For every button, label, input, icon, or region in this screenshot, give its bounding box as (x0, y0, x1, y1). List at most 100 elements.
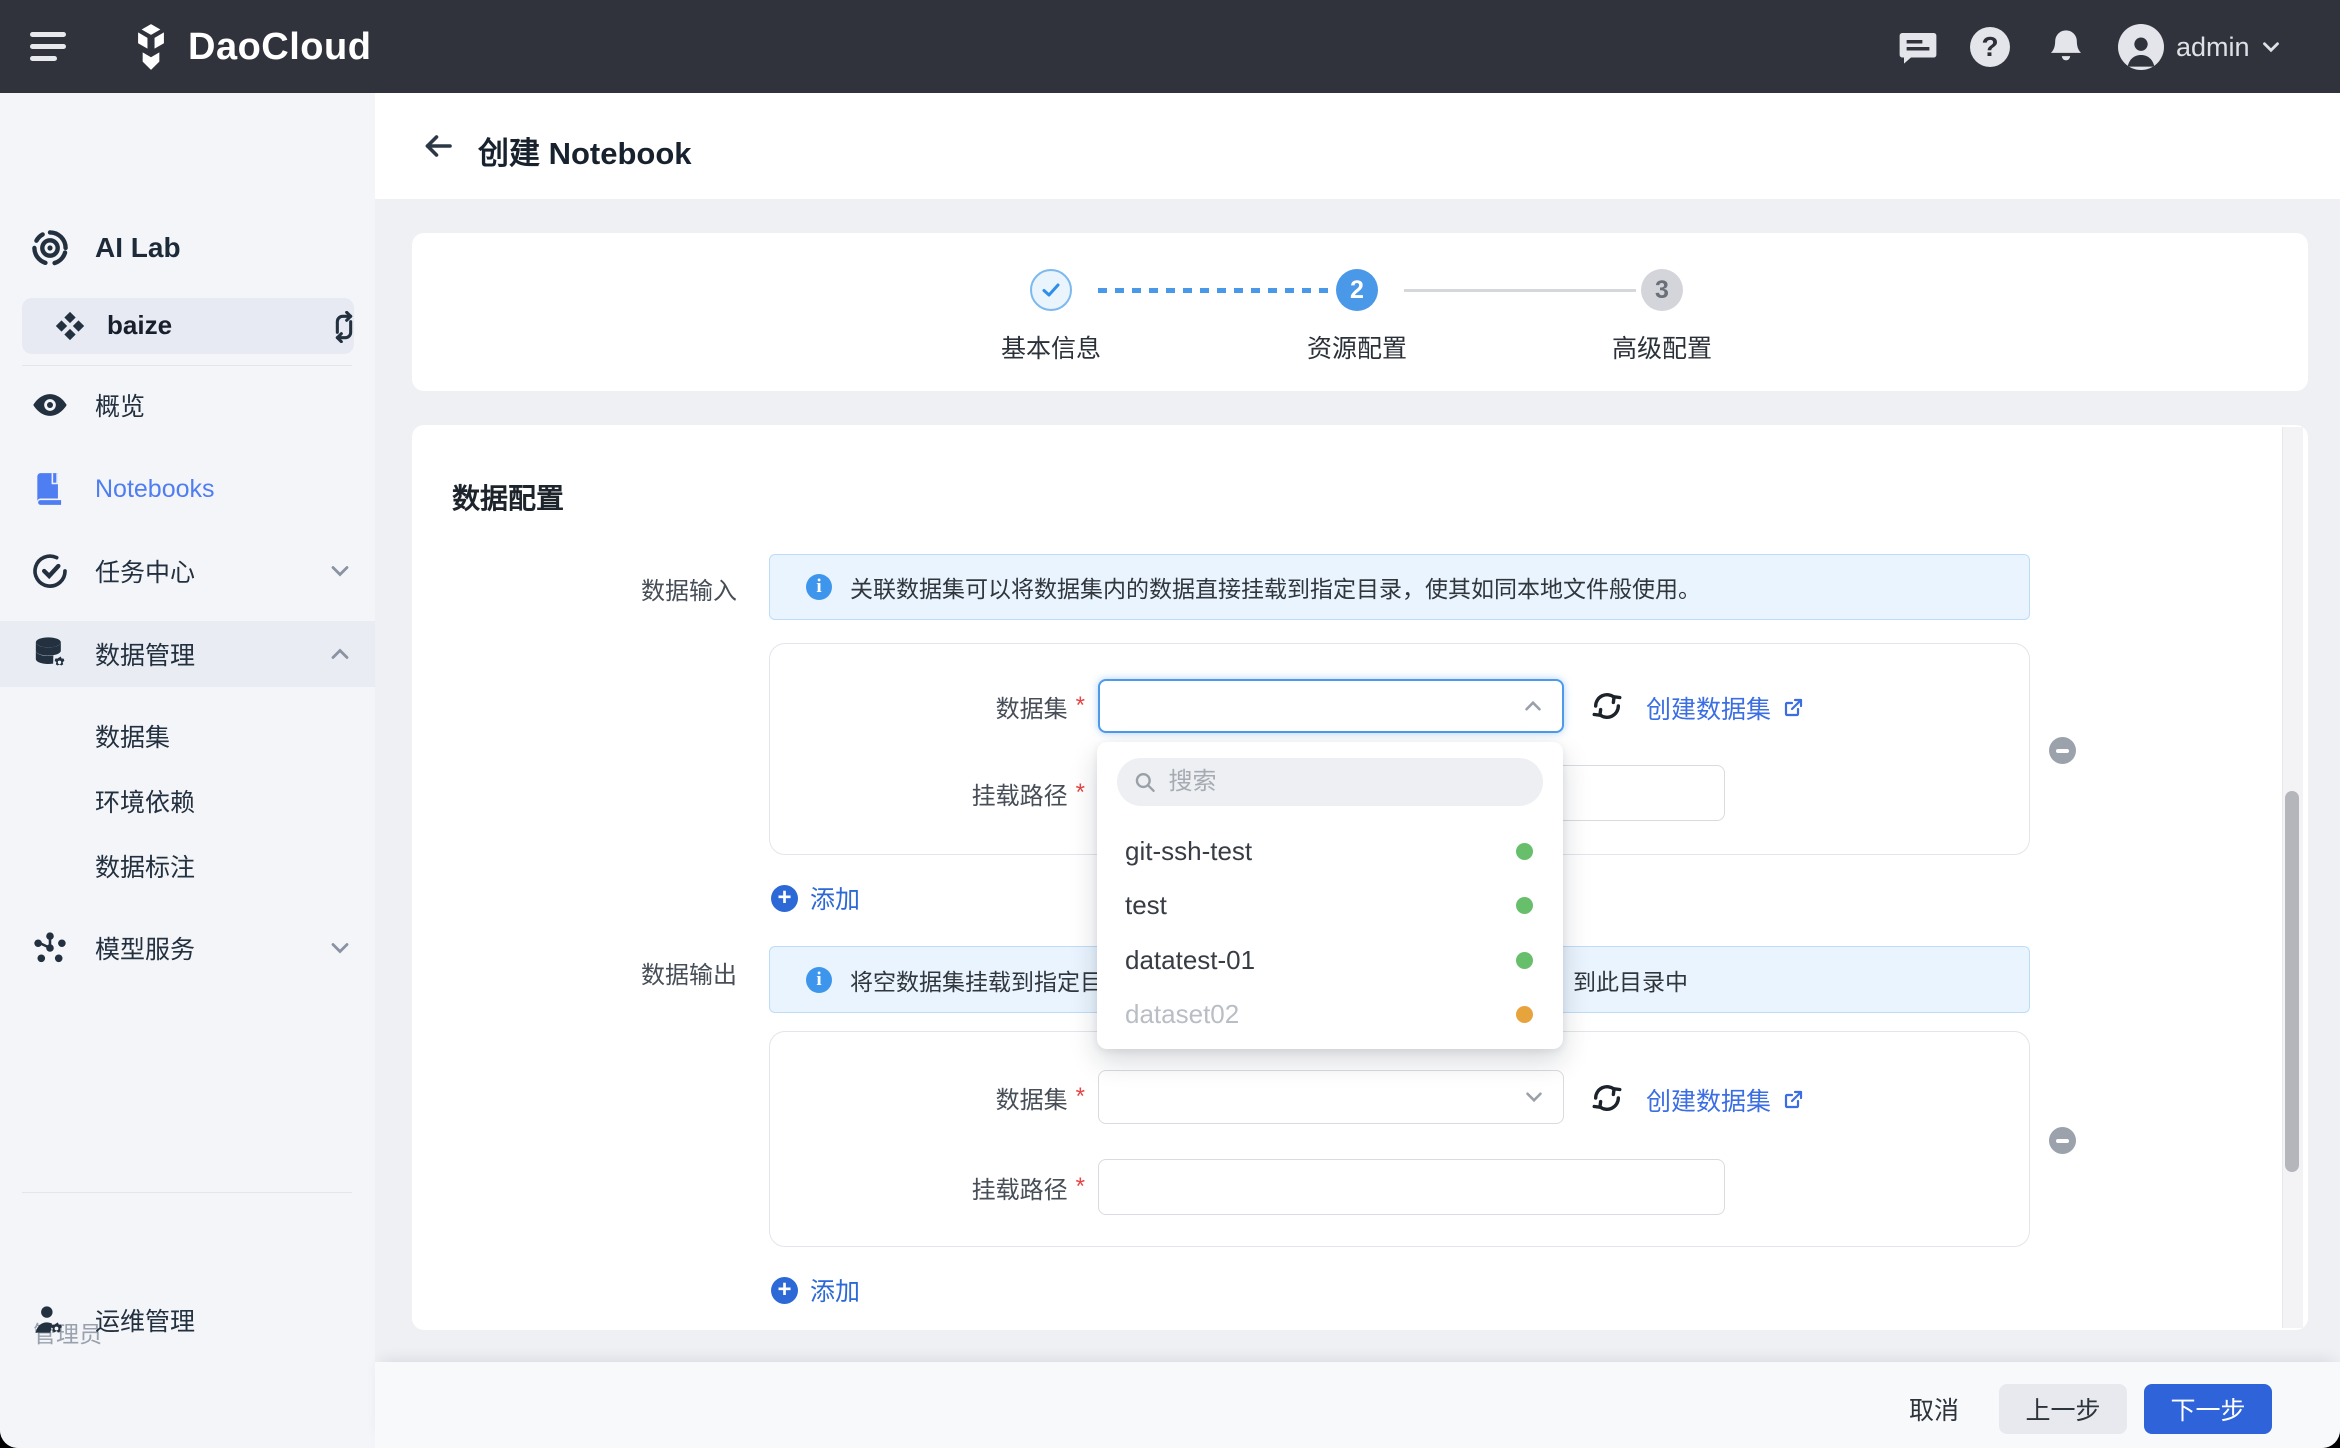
dropdown-search[interactable] (1117, 758, 1543, 806)
model-nodes-icon (28, 926, 72, 970)
sidebar-item-label: 运维管理 (95, 1302, 195, 1338)
previous-step-button[interactable]: 上一步 (1999, 1384, 2127, 1434)
sidebar: AI Lab baize (0, 93, 375, 1448)
user-gear-icon (28, 1298, 72, 1342)
required-asterisk: * (1076, 779, 1085, 807)
refresh-datasets-icon[interactable] (1590, 689, 1624, 723)
workspace-name: baize (107, 310, 172, 341)
page-title: 创建 Notebook (478, 128, 692, 173)
user-avatar[interactable] (2118, 24, 2164, 70)
create-dataset-link[interactable]: 创建数据集 (1646, 1082, 1805, 1118)
data-input-label: 数据输入 (500, 556, 737, 620)
status-dot-green (1516, 952, 1533, 969)
next-step-button[interactable]: 下一步 (2144, 1384, 2272, 1434)
help-icon[interactable]: ? (1968, 25, 2012, 69)
info-icon: i (806, 967, 832, 993)
step-2-label: 资源配置 (1257, 329, 1457, 365)
option-label: git-ssh-test (1125, 836, 1252, 867)
add-data-input-button[interactable]: + 添加 (771, 880, 860, 916)
sidebar-item-label: 环境依赖 (95, 783, 195, 819)
sidebar-product[interactable]: AI Lab (0, 217, 375, 279)
sidebar-subitem-data-annotation[interactable]: 数据标注 (0, 835, 375, 897)
sidebar-subitem-datasets[interactable]: 数据集 (0, 705, 375, 767)
step-3-pending: 3 (1641, 269, 1683, 311)
dataset-field-label: 数据集* (770, 1070, 1085, 1124)
plus-icon: + (771, 1277, 798, 1304)
plus-icon: + (771, 885, 798, 912)
chevron-down-icon (326, 934, 354, 962)
sidebar-item-ops-management[interactable]: 运维管理 (0, 1289, 375, 1351)
sidebar-subitem-env-deps[interactable]: 环境依赖 (0, 770, 375, 832)
sidebar-item-data-management[interactable]: 数据管理 (0, 623, 375, 685)
sidebar-item-notebooks[interactable]: Notebooks (0, 458, 375, 520)
user-menu-chevron-down-icon[interactable] (2256, 34, 2286, 60)
sidebar-item-label: 数据标注 (95, 848, 195, 884)
data-output-card: 数据集* 创建数据集 挂载路径* (769, 1031, 2030, 1247)
mount-path-output-input[interactable] (1098, 1159, 1725, 1215)
scrollbar-thumb[interactable] (2285, 791, 2299, 1172)
dropdown-option[interactable]: test (1097, 879, 1563, 933)
task-check-icon (28, 549, 72, 593)
dropdown-option[interactable]: git-ssh-test (1097, 824, 1563, 878)
status-dot-orange (1516, 1006, 1533, 1023)
dropdown-option: dataset02 (1097, 988, 1563, 1042)
eye-icon (28, 383, 72, 427)
ai-lab-icon (28, 226, 72, 270)
sidebar-item-label: 数据管理 (95, 636, 195, 672)
required-asterisk: * (1076, 692, 1085, 720)
chevron-down-icon (1521, 1084, 1547, 1110)
cancel-button[interactable]: 取消 (1896, 1384, 1972, 1434)
product-title: AI Lab (95, 232, 181, 264)
mount-path-field-label: 挂载路径* (770, 765, 1085, 821)
section-title: 数据配置 (452, 477, 564, 517)
menu-toggle-icon[interactable] (30, 30, 70, 64)
chevron-up-icon (1520, 693, 1546, 719)
refresh-datasets-icon[interactable] (1590, 1081, 1624, 1115)
data-input-info-alert: i 关联数据集可以将数据集内的数据直接挂载到指定目录，使其如同本地文件般使用。 (769, 554, 2030, 620)
data-output-label: 数据输出 (500, 940, 737, 1004)
stepper: 2 3 基本信息 资源配置 高级配置 (412, 233, 2308, 391)
external-link-icon (1781, 1088, 1805, 1112)
workspace-selector[interactable]: baize (22, 298, 354, 354)
info-icon: i (806, 574, 832, 600)
notifications-bell-icon[interactable] (2044, 25, 2088, 69)
username-label: admin (2176, 32, 2250, 63)
required-asterisk: * (1076, 1173, 1085, 1201)
step-1-label: 基本信息 (951, 329, 1151, 365)
back-arrow-icon[interactable] (420, 128, 456, 164)
daocloud-logo-icon (126, 22, 176, 72)
sidebar-item-overview[interactable]: 概览 (0, 374, 375, 436)
database-gear-icon (28, 632, 72, 676)
sidebar-item-label: 数据集 (95, 718, 170, 754)
sidebar-item-label: Notebooks (95, 475, 215, 504)
remove-output-entry-icon[interactable] (2049, 1127, 2076, 1154)
remove-input-entry-icon[interactable] (2049, 737, 2076, 764)
add-data-output-button[interactable]: + 添加 (771, 1272, 860, 1308)
dataset-field-label: 数据集* (770, 679, 1085, 733)
dataset-select-output[interactable] (1098, 1070, 1564, 1124)
check-icon (1039, 278, 1063, 302)
info-text-prefix: 将空数据集挂载到指定目 (850, 963, 1103, 997)
step-2-active: 2 (1336, 269, 1378, 311)
status-dot-green (1516, 843, 1533, 860)
create-dataset-link[interactable]: 创建数据集 (1646, 690, 1805, 726)
sidebar-item-label: 概览 (95, 387, 145, 423)
sidebar-divider (22, 1192, 352, 1193)
status-dot-green (1516, 897, 1533, 914)
chevron-down-icon (326, 557, 354, 585)
dropdown-option[interactable]: datatest-01 (1097, 933, 1563, 987)
chevron-up-icon (326, 640, 354, 668)
brand-logo[interactable]: DaoCloud (126, 22, 371, 72)
dropdown-search-input[interactable] (1167, 767, 1527, 797)
sidebar-item-model-service[interactable]: 模型服务 (0, 917, 375, 979)
dataset-select-input[interactable] (1098, 679, 1564, 733)
notebook-icon (28, 467, 72, 511)
workspace-switch-icon[interactable] (328, 311, 360, 343)
workspace-icon (52, 308, 88, 344)
brand-name: DaoCloud (188, 26, 371, 69)
step-connector-done (1098, 288, 1330, 293)
messages-icon[interactable] (1896, 25, 1940, 69)
sidebar-item-task-center[interactable]: 任务中心 (0, 540, 375, 602)
mount-path-field-label: 挂载路径* (770, 1159, 1085, 1215)
search-icon (1133, 769, 1157, 795)
